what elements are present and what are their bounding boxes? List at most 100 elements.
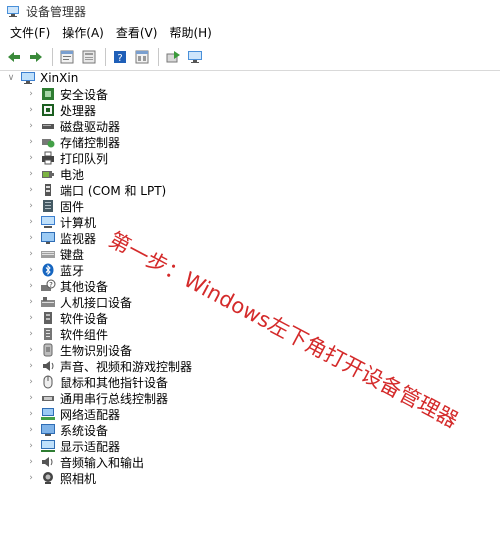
tree-item-biometric[interactable]: › 生物识别设备	[26, 342, 132, 358]
tree-item-sound-video-game[interactable]: › 声音、视频和游戏控制器	[26, 358, 192, 374]
chevron-right-icon[interactable]: ›	[26, 313, 36, 323]
chevron-right-icon[interactable]: ›	[26, 377, 36, 387]
item-label: 鼠标和其他指针设备	[60, 375, 169, 390]
chevron-right-icon[interactable]: ›	[26, 153, 36, 163]
chevron-right-icon[interactable]: ›	[26, 121, 36, 131]
item-label: 端口 (COM 和 LPT)	[60, 183, 167, 198]
battery-icon	[40, 167, 56, 181]
item-label: 软件设备	[60, 311, 109, 326]
chevron-right-icon[interactable]: ›	[26, 217, 36, 227]
chevron-right-icon[interactable]: ›	[26, 441, 36, 451]
chevron-right-icon[interactable]: ›	[26, 169, 36, 179]
chevron-right-icon[interactable]: ›	[26, 105, 36, 115]
properties-icon[interactable]	[57, 47, 77, 67]
item-label: 软件组件	[60, 327, 109, 342]
tree-item-hid[interactable]: › 人机接口设备	[26, 294, 132, 310]
tree-item-mice[interactable]: › 鼠标和其他指针设备	[26, 374, 168, 390]
item-label: 人机接口设备	[60, 295, 133, 310]
chevron-right-icon[interactable]: ›	[26, 473, 36, 483]
title-bar: 设备管理器	[0, 0, 500, 22]
item-label: 生物识别设备	[60, 343, 133, 358]
item-label: 磁盘驱动器	[60, 119, 121, 134]
tree-item-monitors[interactable]: › 监视器	[26, 230, 96, 246]
tree-item-network-adapters[interactable]: › 网络适配器	[26, 406, 120, 422]
chevron-right-icon[interactable]: ›	[26, 185, 36, 195]
toolbar-separator	[52, 48, 53, 66]
tree-item-cameras[interactable]: › 照相机	[26, 470, 96, 486]
item-label: 电池	[60, 167, 85, 182]
chevron-right-icon[interactable]: ›	[26, 409, 36, 419]
item-label: 网络适配器	[60, 407, 121, 422]
help-icon[interactable]: ?	[110, 47, 130, 67]
refresh-icon[interactable]	[79, 47, 99, 67]
chevron-right-icon[interactable]: ›	[26, 89, 36, 99]
tree-item-keyboards[interactable]: › 键盘	[26, 246, 84, 262]
chevron-right-icon[interactable]: ›	[26, 345, 36, 355]
tree-item-usb[interactable]: › 通用串行总线控制器	[26, 390, 168, 406]
item-label: 照相机	[60, 471, 97, 486]
tree-item-audio-io[interactable]: › 音频输入和输出	[26, 454, 144, 470]
chevron-right-icon[interactable]: ›	[26, 233, 36, 243]
firmware-icon	[40, 199, 56, 213]
item-label: 监视器	[60, 231, 97, 246]
keyboard-icon	[40, 247, 56, 261]
item-label: 存储控制器	[60, 135, 121, 150]
tree-item-storage-controllers[interactable]: › 存储控制器	[26, 134, 120, 150]
window-title: 设备管理器	[26, 4, 87, 19]
item-label: 处理器	[60, 103, 97, 118]
chevron-right-icon[interactable]: ›	[26, 249, 36, 259]
chevron-right-icon[interactable]: ›	[26, 329, 36, 339]
other-device-icon: ?	[40, 279, 56, 293]
chevron-right-icon[interactable]: ›	[26, 361, 36, 371]
tree-item-ports[interactable]: › 端口 (COM 和 LPT)	[26, 182, 166, 198]
item-label: 蓝牙	[60, 263, 85, 278]
chevron-right-icon[interactable]: ›	[26, 425, 36, 435]
tree-item-disk-drives[interactable]: › 磁盘驱动器	[26, 118, 120, 134]
chevron-right-icon[interactable]: ›	[26, 393, 36, 403]
chevron-right-icon[interactable]: ›	[26, 201, 36, 211]
tree-item-other-devices[interactable]: › ? 其他设备	[26, 278, 108, 294]
monitor-icon	[40, 231, 56, 245]
item-label: 固件	[60, 199, 85, 214]
tree-item-software-devices[interactable]: › 软件设备	[26, 310, 108, 326]
tree-item-system-devices[interactable]: › 系统设备	[26, 422, 108, 438]
camera-icon	[40, 471, 56, 485]
storage-controller-icon	[40, 135, 56, 149]
toolbar: ?	[0, 44, 500, 71]
tree-item-batteries[interactable]: › 电池	[26, 166, 84, 182]
tree-item-software-components[interactable]: › 软件组件	[26, 326, 108, 342]
menu-help[interactable]: 帮助(H)	[163, 23, 217, 43]
tree-item-firmware[interactable]: › 固件	[26, 198, 84, 214]
view-icon[interactable]	[132, 47, 152, 67]
item-label: 安全设备	[60, 87, 109, 102]
tree-item-bluetooth[interactable]: › 蓝牙	[26, 262, 84, 278]
chevron-right-icon[interactable]: ›	[26, 457, 36, 467]
forward-arrow-icon[interactable]	[26, 47, 46, 67]
tree-item-computer[interactable]: › 计算机	[26, 214, 96, 230]
computer-icon	[20, 71, 36, 85]
audio-io-icon	[40, 455, 56, 469]
chevron-right-icon[interactable]: ›	[26, 137, 36, 147]
chevron-right-icon[interactable]: ›	[26, 297, 36, 307]
tree-item-display-adapters[interactable]: › 显示适配器	[26, 438, 120, 454]
tree-item-print-queues[interactable]: › 打印队列	[26, 150, 108, 166]
back-arrow-icon[interactable]	[4, 47, 24, 67]
tree-item-security-devices[interactable]: › 安全设备	[26, 86, 108, 102]
chevron-right-icon[interactable]: ›	[26, 265, 36, 275]
svg-text:?: ?	[117, 53, 122, 64]
device-manager-app-icon	[6, 4, 20, 18]
menu-view[interactable]: 查看(V)	[110, 23, 164, 43]
menu-file[interactable]: 文件(F)	[4, 23, 56, 43]
toolbar-separator	[105, 48, 106, 66]
chevron-down-icon[interactable]: ∨	[6, 73, 16, 83]
chevron-right-icon[interactable]: ›	[26, 281, 36, 291]
usb-icon	[40, 391, 56, 405]
software-component-icon	[40, 327, 56, 341]
tree-root[interactable]: ∨ XinXin	[6, 70, 79, 86]
scan-hardware-icon[interactable]	[185, 47, 205, 67]
system-device-icon	[40, 423, 56, 437]
menu-action[interactable]: 操作(A)	[56, 23, 110, 43]
security-device-icon	[40, 87, 56, 101]
update-driver-icon[interactable]	[163, 47, 183, 67]
tree-item-processors[interactable]: › 处理器	[26, 102, 96, 118]
